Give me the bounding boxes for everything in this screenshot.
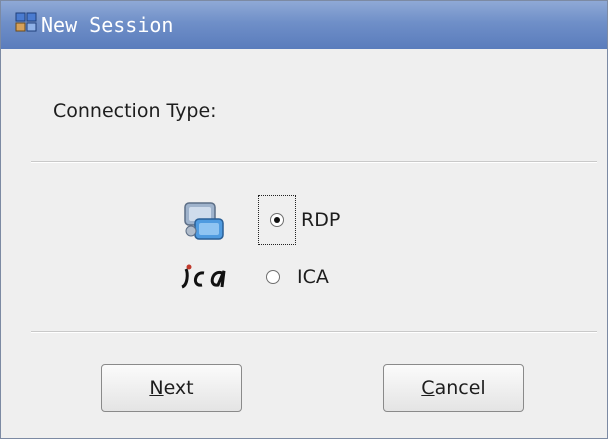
connection-type-label: Connection Type: xyxy=(53,100,217,122)
cancel-label-rest: ancel xyxy=(434,377,486,399)
radio-button-rdp[interactable] xyxy=(270,213,284,227)
network-session-icon xyxy=(15,12,37,32)
radio-label-rdp[interactable]: RDP xyxy=(301,208,340,232)
window-title: New Session xyxy=(41,13,174,37)
next-button[interactable]: Next xyxy=(101,364,242,412)
radio-option-ica[interactable]: ICA xyxy=(266,263,329,291)
ica-logo-icon xyxy=(181,264,226,289)
radio-option-rdp[interactable]: RDP xyxy=(260,197,340,243)
radio-button-ica[interactable] xyxy=(266,270,280,284)
new-session-dialog: New Session Connection Type: RDP ICA Nex… xyxy=(0,0,608,439)
rdp-computer-icon xyxy=(184,202,224,240)
next-label-rest: ext xyxy=(163,377,194,399)
next-mnemonic: N xyxy=(149,377,164,399)
radio-label-ica[interactable]: ICA xyxy=(297,265,329,289)
separator xyxy=(31,161,597,163)
cancel-mnemonic: C xyxy=(421,377,435,399)
cancel-button[interactable]: Cancel xyxy=(383,364,524,412)
separator xyxy=(31,331,597,333)
title-bar[interactable]: New Session xyxy=(1,1,607,49)
